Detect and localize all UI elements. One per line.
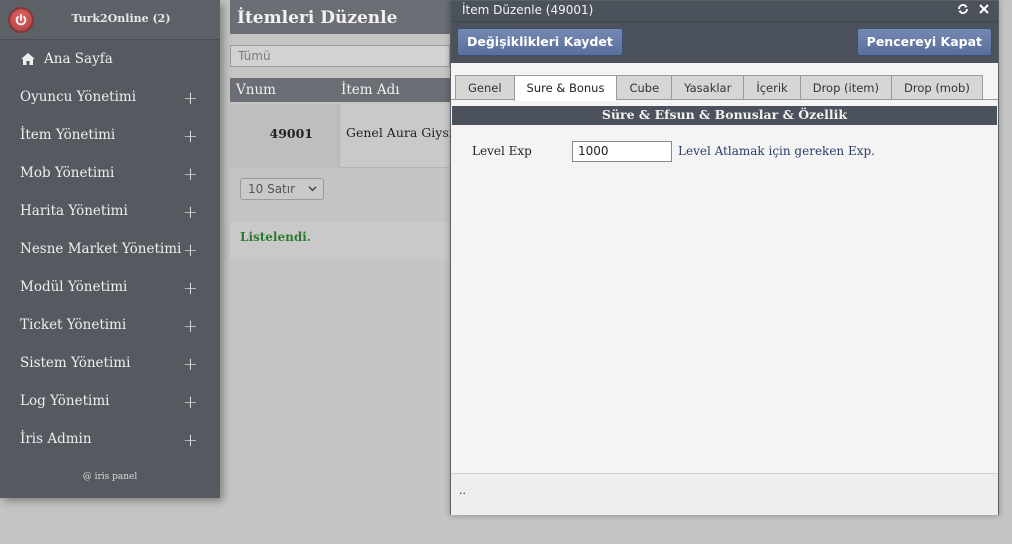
table-row[interactable]: 49001 Genel Aura Giysisi <box>230 104 463 168</box>
tab-yasaklar[interactable]: Yasaklar <box>671 75 744 100</box>
tab-icerik[interactable]: İçerik <box>743 75 800 100</box>
chevron-down-icon <box>308 186 317 192</box>
home-icon <box>21 53 35 65</box>
expand-icon: + <box>182 278 198 299</box>
sidebar-item-label: Ana Sayfa <box>44 51 113 67</box>
status-text: Listelendi. <box>230 222 450 260</box>
page-title: İtemleri Düzenle <box>230 0 450 34</box>
sidebar-item-harita[interactable]: Harita Yönetimi + <box>0 192 220 230</box>
level-exp-hint: Level Atlamak için gereken Exp. <box>678 144 875 158</box>
section-title: Süre & Efsun & Bonuslar & Özellik <box>452 106 997 125</box>
sidebar-menu: Ana Sayfa Oyuncu Yönetimi + İtem Yönetimi… <box>0 40 220 458</box>
expand-icon: + <box>182 202 198 223</box>
tab-sure-bonus[interactable]: Sure & Bonus <box>513 75 617 101</box>
sidebar-item-ticket[interactable]: Ticket Yönetimi + <box>0 306 220 344</box>
expand-icon: + <box>182 240 198 261</box>
expand-icon: + <box>182 88 198 109</box>
column-header-item-name[interactable]: İtem Adı <box>341 82 400 98</box>
tab-drop-mob[interactable]: Drop (mob) <box>891 75 983 100</box>
rows-per-page-value: 10 Satır <box>248 182 296 196</box>
sidebar-item-sistem[interactable]: Sistem Yönetimi + <box>0 344 220 382</box>
dialog-titlebar[interactable]: İtem Düzenle (49001) <box>451 1 998 21</box>
expand-icon: + <box>182 354 198 375</box>
save-changes-button[interactable]: Değişiklikleri Kaydet <box>457 28 623 56</box>
expand-icon: + <box>182 430 198 451</box>
sidebar-item-label: Oyuncu Yönetimi <box>20 89 137 105</box>
dialog-tabs: Genel Sure & Bonus Cube Yasaklar İçerik … <box>455 75 983 101</box>
table-header: Vnum İtem Adı <box>230 78 450 102</box>
sidebar-item-label: Modül Yönetimi <box>20 279 128 295</box>
expand-icon: + <box>182 126 198 147</box>
sidebar-item-log[interactable]: Log Yönetimi + <box>0 382 220 420</box>
item-edit-dialog: İtem Düzenle (49001) Değişiklikleri Kayd… <box>450 0 999 515</box>
dialog-footer: .. <box>451 473 998 515</box>
restore-icon[interactable] <box>957 3 969 15</box>
sidebar-item-label: Harita Yönetimi <box>20 203 128 219</box>
column-header-vnum[interactable]: Vnum <box>236 82 276 98</box>
sidebar-item-item[interactable]: İtem Yönetimi + <box>0 116 220 154</box>
level-exp-label: Level Exp <box>472 144 532 158</box>
cell-vnum: 49001 <box>230 104 340 168</box>
tab-drop-item[interactable]: Drop (item) <box>799 75 891 100</box>
cell-item-name: Genel Aura Giysisi <box>346 125 464 140</box>
sidebar-item-label: İtem Yönetimi <box>20 127 116 143</box>
filter-input[interactable]: Tümü <box>230 45 450 67</box>
sidebar-item-label: İris Admin <box>20 431 92 447</box>
sidebar: Turk2Online (2) Ana Sayfa Oyuncu Yönetim… <box>0 0 220 498</box>
sidebar-footer: @ iris panel <box>82 472 138 482</box>
dialog-toolbar: Değişiklikleri Kaydet Pencereyi Kapat <box>451 21 998 63</box>
sidebar-item-iris-admin[interactable]: İris Admin + <box>0 420 220 458</box>
sidebar-item-label: Nesne Market Yönetimi <box>20 241 182 257</box>
expand-icon: + <box>182 164 198 185</box>
sidebar-item-nesne-market[interactable]: Nesne Market Yönetimi + <box>0 230 220 268</box>
level-exp-input[interactable]: 1000 <box>572 141 672 162</box>
sidebar-item-oyuncu[interactable]: Oyuncu Yönetimi + <box>0 78 220 116</box>
site-title: Turk2Online (2) <box>71 12 171 25</box>
close-icon[interactable] <box>978 3 990 15</box>
expand-icon: + <box>182 392 198 413</box>
sidebar-item-mob[interactable]: Mob Yönetimi + <box>0 154 220 192</box>
rows-per-page-select[interactable]: 10 Satır <box>240 178 324 200</box>
tab-cube[interactable]: Cube <box>616 75 672 100</box>
close-window-button[interactable]: Pencereyi Kapat <box>856 28 992 56</box>
sidebar-item-label: Log Yönetimi <box>20 393 110 409</box>
dialog-title: İtem Düzenle (49001) <box>462 3 594 17</box>
sidebar-item-modul[interactable]: Modül Yönetimi + <box>0 268 220 306</box>
sidebar-header: Turk2Online (2) <box>0 0 220 40</box>
sidebar-item-label: Mob Yönetimi <box>20 165 115 181</box>
sidebar-item-label: Ticket Yönetimi <box>20 317 127 333</box>
expand-icon: + <box>182 316 198 337</box>
sidebar-item-home[interactable]: Ana Sayfa <box>0 40 220 78</box>
sidebar-item-label: Sistem Yönetimi <box>20 355 131 371</box>
tab-genel[interactable]: Genel <box>455 75 514 100</box>
